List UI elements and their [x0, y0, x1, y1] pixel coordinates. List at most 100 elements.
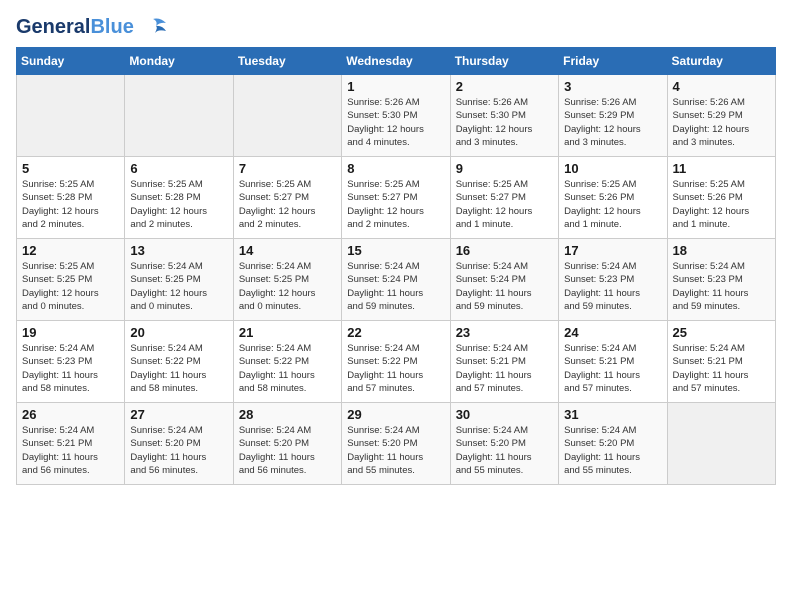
day-info: Sunrise: 5:24 AM Sunset: 5:20 PM Dayligh… [347, 424, 444, 477]
calendar-cell: 31 Sunrise: 5:24 AM Sunset: 5:20 PM Dayli… [559, 403, 667, 485]
week-row-3: 12 Sunrise: 5:25 AM Sunset: 5:25 PM Dayli… [17, 239, 776, 321]
day-number: 31 [564, 407, 661, 422]
calendar-cell: 23 Sunrise: 5:24 AM Sunset: 5:21 PM Dayli… [450, 321, 558, 403]
logo-text: GeneralBlue [16, 16, 134, 39]
calendar-cell: 13 Sunrise: 5:24 AM Sunset: 5:25 PM Dayli… [125, 239, 233, 321]
day-info: Sunrise: 5:24 AM Sunset: 5:21 PM Dayligh… [456, 342, 553, 395]
day-number: 9 [456, 161, 553, 176]
day-info: Sunrise: 5:26 AM Sunset: 5:29 PM Dayligh… [673, 96, 770, 149]
day-number: 15 [347, 243, 444, 258]
day-info: Sunrise: 5:24 AM Sunset: 5:24 PM Dayligh… [347, 260, 444, 313]
calendar-cell: 17 Sunrise: 5:24 AM Sunset: 5:23 PM Dayli… [559, 239, 667, 321]
day-info: Sunrise: 5:24 AM Sunset: 5:25 PM Dayligh… [130, 260, 227, 313]
day-info: Sunrise: 5:25 AM Sunset: 5:28 PM Dayligh… [22, 178, 119, 231]
day-info: Sunrise: 5:24 AM Sunset: 5:20 PM Dayligh… [456, 424, 553, 477]
col-header-tuesday: Tuesday [233, 48, 341, 75]
calendar-cell: 1 Sunrise: 5:26 AM Sunset: 5:30 PM Daylig… [342, 75, 450, 157]
calendar-cell: 2 Sunrise: 5:26 AM Sunset: 5:30 PM Daylig… [450, 75, 558, 157]
calendar-cell: 9 Sunrise: 5:25 AM Sunset: 5:27 PM Daylig… [450, 157, 558, 239]
week-row-4: 19Sunrise: 5:24 AM Sunset: 5:23 PM Dayli… [17, 321, 776, 403]
day-info: Sunrise: 5:24 AM Sunset: 5:20 PM Dayligh… [130, 424, 227, 477]
calendar-cell: 22 Sunrise: 5:24 AM Sunset: 5:22 PM Dayli… [342, 321, 450, 403]
calendar-cell: 16 Sunrise: 5:24 AM Sunset: 5:24 PM Dayli… [450, 239, 558, 321]
day-info: Sunrise: 5:24 AM Sunset: 5:23 PM Dayligh… [673, 260, 770, 313]
day-number: 28 [239, 407, 336, 422]
day-number: 14 [239, 243, 336, 258]
calendar-cell: 4 Sunrise: 5:26 AM Sunset: 5:29 PM Daylig… [667, 75, 775, 157]
day-number: 11 [673, 161, 770, 176]
day-info: Sunrise: 5:25 AM Sunset: 5:28 PM Dayligh… [130, 178, 227, 231]
calendar-cell [17, 75, 125, 157]
calendar-cell: 7Sunrise: 5:25 AM Sunset: 5:27 PM Daylig… [233, 157, 341, 239]
day-number: 16 [456, 243, 553, 258]
calendar-cell: 3Sunrise: 5:26 AM Sunset: 5:29 PM Daylig… [559, 75, 667, 157]
day-info: Sunrise: 5:25 AM Sunset: 5:27 PM Dayligh… [347, 178, 444, 231]
day-info: Sunrise: 5:24 AM Sunset: 5:20 PM Dayligh… [239, 424, 336, 477]
day-number: 30 [456, 407, 553, 422]
day-info: Sunrise: 5:24 AM Sunset: 5:21 PM Dayligh… [564, 342, 661, 395]
day-number: 1 [347, 79, 444, 94]
day-number: 21 [239, 325, 336, 340]
day-number: 5 [22, 161, 119, 176]
day-number: 22 [347, 325, 444, 340]
header-row: SundayMondayTuesdayWednesdayThursdayFrid… [17, 48, 776, 75]
calendar-cell: 29 Sunrise: 5:24 AM Sunset: 5:20 PM Dayli… [342, 403, 450, 485]
calendar-cell: 6 Sunrise: 5:25 AM Sunset: 5:28 PM Daylig… [125, 157, 233, 239]
calendar-cell: 21 Sunrise: 5:24 AM Sunset: 5:22 PM Dayli… [233, 321, 341, 403]
calendar-cell [667, 403, 775, 485]
calendar-cell: 18 Sunrise: 5:24 AM Sunset: 5:23 PM Dayli… [667, 239, 775, 321]
day-number: 6 [130, 161, 227, 176]
calendar-cell: 5 Sunrise: 5:25 AM Sunset: 5:28 PM Daylig… [17, 157, 125, 239]
day-info: Sunrise: 5:24 AM Sunset: 5:22 PM Dayligh… [239, 342, 336, 395]
calendar-cell: 30 Sunrise: 5:24 AM Sunset: 5:20 PM Dayli… [450, 403, 558, 485]
logo-bird-icon [138, 17, 168, 39]
day-number: 23 [456, 325, 553, 340]
calendar-cell: 26Sunrise: 5:24 AM Sunset: 5:21 PM Dayli… [17, 403, 125, 485]
day-info: Sunrise: 5:24 AM Sunset: 5:20 PM Dayligh… [564, 424, 661, 477]
day-number: 18 [673, 243, 770, 258]
day-info: Sunrise: 5:25 AM Sunset: 5:26 PM Dayligh… [564, 178, 661, 231]
day-number: 13 [130, 243, 227, 258]
day-number: 25 [673, 325, 770, 340]
day-number: 4 [673, 79, 770, 94]
calendar-cell: 27 Sunrise: 5:24 AM Sunset: 5:20 PM Dayli… [125, 403, 233, 485]
col-header-friday: Friday [559, 48, 667, 75]
calendar-cell: 14 Sunrise: 5:24 AM Sunset: 5:25 PM Dayli… [233, 239, 341, 321]
header: GeneralBlue [16, 16, 776, 39]
day-info: Sunrise: 5:25 AM Sunset: 5:25 PM Dayligh… [22, 260, 119, 313]
calendar-cell: 8 Sunrise: 5:25 AM Sunset: 5:27 PM Daylig… [342, 157, 450, 239]
col-header-saturday: Saturday [667, 48, 775, 75]
day-info: Sunrise: 5:25 AM Sunset: 5:26 PM Dayligh… [673, 178, 770, 231]
day-number: 10 [564, 161, 661, 176]
day-info: Sunrise: 5:26 AM Sunset: 5:30 PM Dayligh… [347, 96, 444, 149]
day-number: 12 [22, 243, 119, 258]
day-number: 2 [456, 79, 553, 94]
day-info: Sunrise: 5:24 AM Sunset: 5:25 PM Dayligh… [239, 260, 336, 313]
day-info: Sunrise: 5:24 AM Sunset: 5:22 PM Dayligh… [347, 342, 444, 395]
day-info: Sunrise: 5:26 AM Sunset: 5:30 PM Dayligh… [456, 96, 553, 149]
col-header-sunday: Sunday [17, 48, 125, 75]
day-info: Sunrise: 5:25 AM Sunset: 5:27 PM Dayligh… [456, 178, 553, 231]
day-number: 27 [130, 407, 227, 422]
calendar-cell: 28 Sunrise: 5:24 AM Sunset: 5:20 PM Dayli… [233, 403, 341, 485]
day-info: Sunrise: 5:24 AM Sunset: 5:21 PM Dayligh… [673, 342, 770, 395]
day-number: 7 [239, 161, 336, 176]
day-info: Sunrise: 5:26 AM Sunset: 5:29 PM Dayligh… [564, 96, 661, 149]
col-header-thursday: Thursday [450, 48, 558, 75]
calendar-cell: 25 Sunrise: 5:24 AM Sunset: 5:21 PM Dayli… [667, 321, 775, 403]
calendar-cell [125, 75, 233, 157]
col-header-monday: Monday [125, 48, 233, 75]
calendar-cell [233, 75, 341, 157]
calendar-table: SundayMondayTuesdayWednesdayThursdayFrid… [16, 47, 776, 485]
calendar-cell: 10 Sunrise: 5:25 AM Sunset: 5:26 PM Dayli… [559, 157, 667, 239]
day-number: 17 [564, 243, 661, 258]
day-info: Sunrise: 5:24 AM Sunset: 5:22 PM Dayligh… [130, 342, 227, 395]
day-info: Sunrise: 5:24 AM Sunset: 5:24 PM Dayligh… [456, 260, 553, 313]
day-number: 20 [130, 325, 227, 340]
calendar-cell: 20 Sunrise: 5:24 AM Sunset: 5:22 PM Dayli… [125, 321, 233, 403]
day-number: 29 [347, 407, 444, 422]
col-header-wednesday: Wednesday [342, 48, 450, 75]
day-number: 8 [347, 161, 444, 176]
calendar-cell: 12 Sunrise: 5:25 AM Sunset: 5:25 PM Dayli… [17, 239, 125, 321]
day-info: Sunrise: 5:24 AM Sunset: 5:23 PM Dayligh… [564, 260, 661, 313]
